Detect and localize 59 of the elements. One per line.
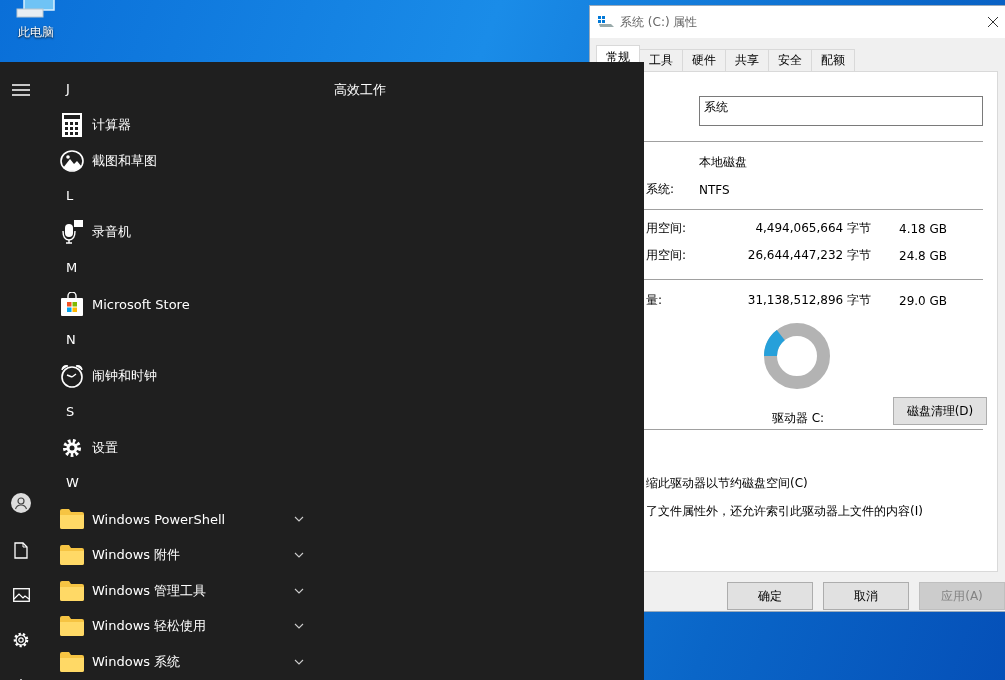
app-item[interactable]: Microsoft Store — [56, 286, 314, 322]
tile-group-header: 高效工作 — [334, 81, 386, 99]
folder-icon — [60, 616, 84, 637]
size-value: 24.8 GB — [899, 248, 948, 263]
size-value: 4.18 GB — [899, 221, 948, 236]
bytes-value: 26,644,447,232 字节 — [746, 247, 871, 264]
section-letter[interactable]: J — [56, 71, 70, 107]
filesystem-value: NTFS — [699, 182, 731, 197]
size-value: 29.0 GB — [899, 293, 948, 308]
bytes-value: 4,494,065,664 字节 — [754, 220, 871, 237]
user-avatar-icon[interactable] — [11, 493, 31, 513]
calculator-icon — [61, 112, 83, 137]
app-item[interactable]: 设置 — [56, 429, 314, 466]
field-label: 系统: — [646, 181, 676, 198]
picture-icon[interactable] — [12, 588, 30, 602]
folder-item[interactable]: Windows 管理工具 — [56, 572, 314, 609]
settings-icon — [62, 437, 82, 458]
folder-item[interactable]: Windows 系统 — [56, 644, 314, 680]
option-label[interactable]: 了文件属性外，还允许索引此驱动器上文件的内容(I) — [646, 497, 923, 525]
folder-icon — [60, 652, 84, 673]
bytes-value: 31,138,512,896 字节 — [746, 292, 871, 309]
app-item[interactable]: 闹钟和时钟 — [56, 357, 314, 394]
folder-icon — [60, 580, 84, 601]
alarm-clock-icon — [60, 363, 84, 388]
landscape-icon — [60, 149, 84, 172]
app-item[interactable]: 计算器 — [56, 107, 314, 143]
field-label: 用空间: — [646, 220, 688, 237]
dialog-button[interactable]: 确定 — [727, 582, 813, 610]
desktop-icon-label[interactable]: 此电脑 — [18, 24, 54, 41]
folder-item[interactable]: Windows PowerShell — [56, 501, 314, 538]
app-item[interactable]: 截图和草图 — [56, 142, 314, 179]
drive-label: 驱动器 C: — [770, 409, 826, 427]
shopping-bag-icon — [61, 292, 83, 317]
microphone-icon — [61, 220, 83, 245]
section-letter[interactable]: M — [56, 250, 78, 287]
folder-icon — [60, 545, 84, 565]
field-label: 量: — [646, 292, 664, 309]
document-icon[interactable] — [14, 542, 28, 559]
tab[interactable]: 配额 — [811, 49, 855, 71]
menu-icon[interactable] — [12, 84, 30, 96]
dialog-button[interactable]: 取消 — [823, 582, 909, 610]
folder-icon — [60, 509, 84, 530]
app-item[interactable]: 录音机 — [56, 214, 314, 251]
usage-donut — [763, 322, 831, 390]
option-label[interactable]: 缩此驱动器以节约磁盘空间(C) — [646, 469, 808, 497]
drive-type-value: 本地磁盘 — [699, 154, 748, 171]
field-label: 用空间: — [646, 247, 688, 264]
settings-icon[interactable] — [12, 631, 30, 649]
section-letter[interactable]: S — [56, 393, 75, 430]
section-letter[interactable]: L — [56, 178, 74, 215]
folder-item[interactable]: Windows 轻松使用 — [56, 608, 314, 645]
close-icon[interactable] — [987, 16, 999, 28]
name-field[interactable]: 系统 — [699, 96, 983, 126]
disk-cleanup-button[interactable]: 磁盘清理(D) — [893, 397, 987, 425]
drive-icon — [598, 16, 614, 28]
section-letter[interactable]: N — [56, 321, 76, 358]
folder-item[interactable]: Windows 附件 — [56, 537, 314, 573]
window-title: 系统 (C:) 属性 — [620, 13, 699, 31]
section-letter[interactable]: W — [56, 465, 79, 502]
